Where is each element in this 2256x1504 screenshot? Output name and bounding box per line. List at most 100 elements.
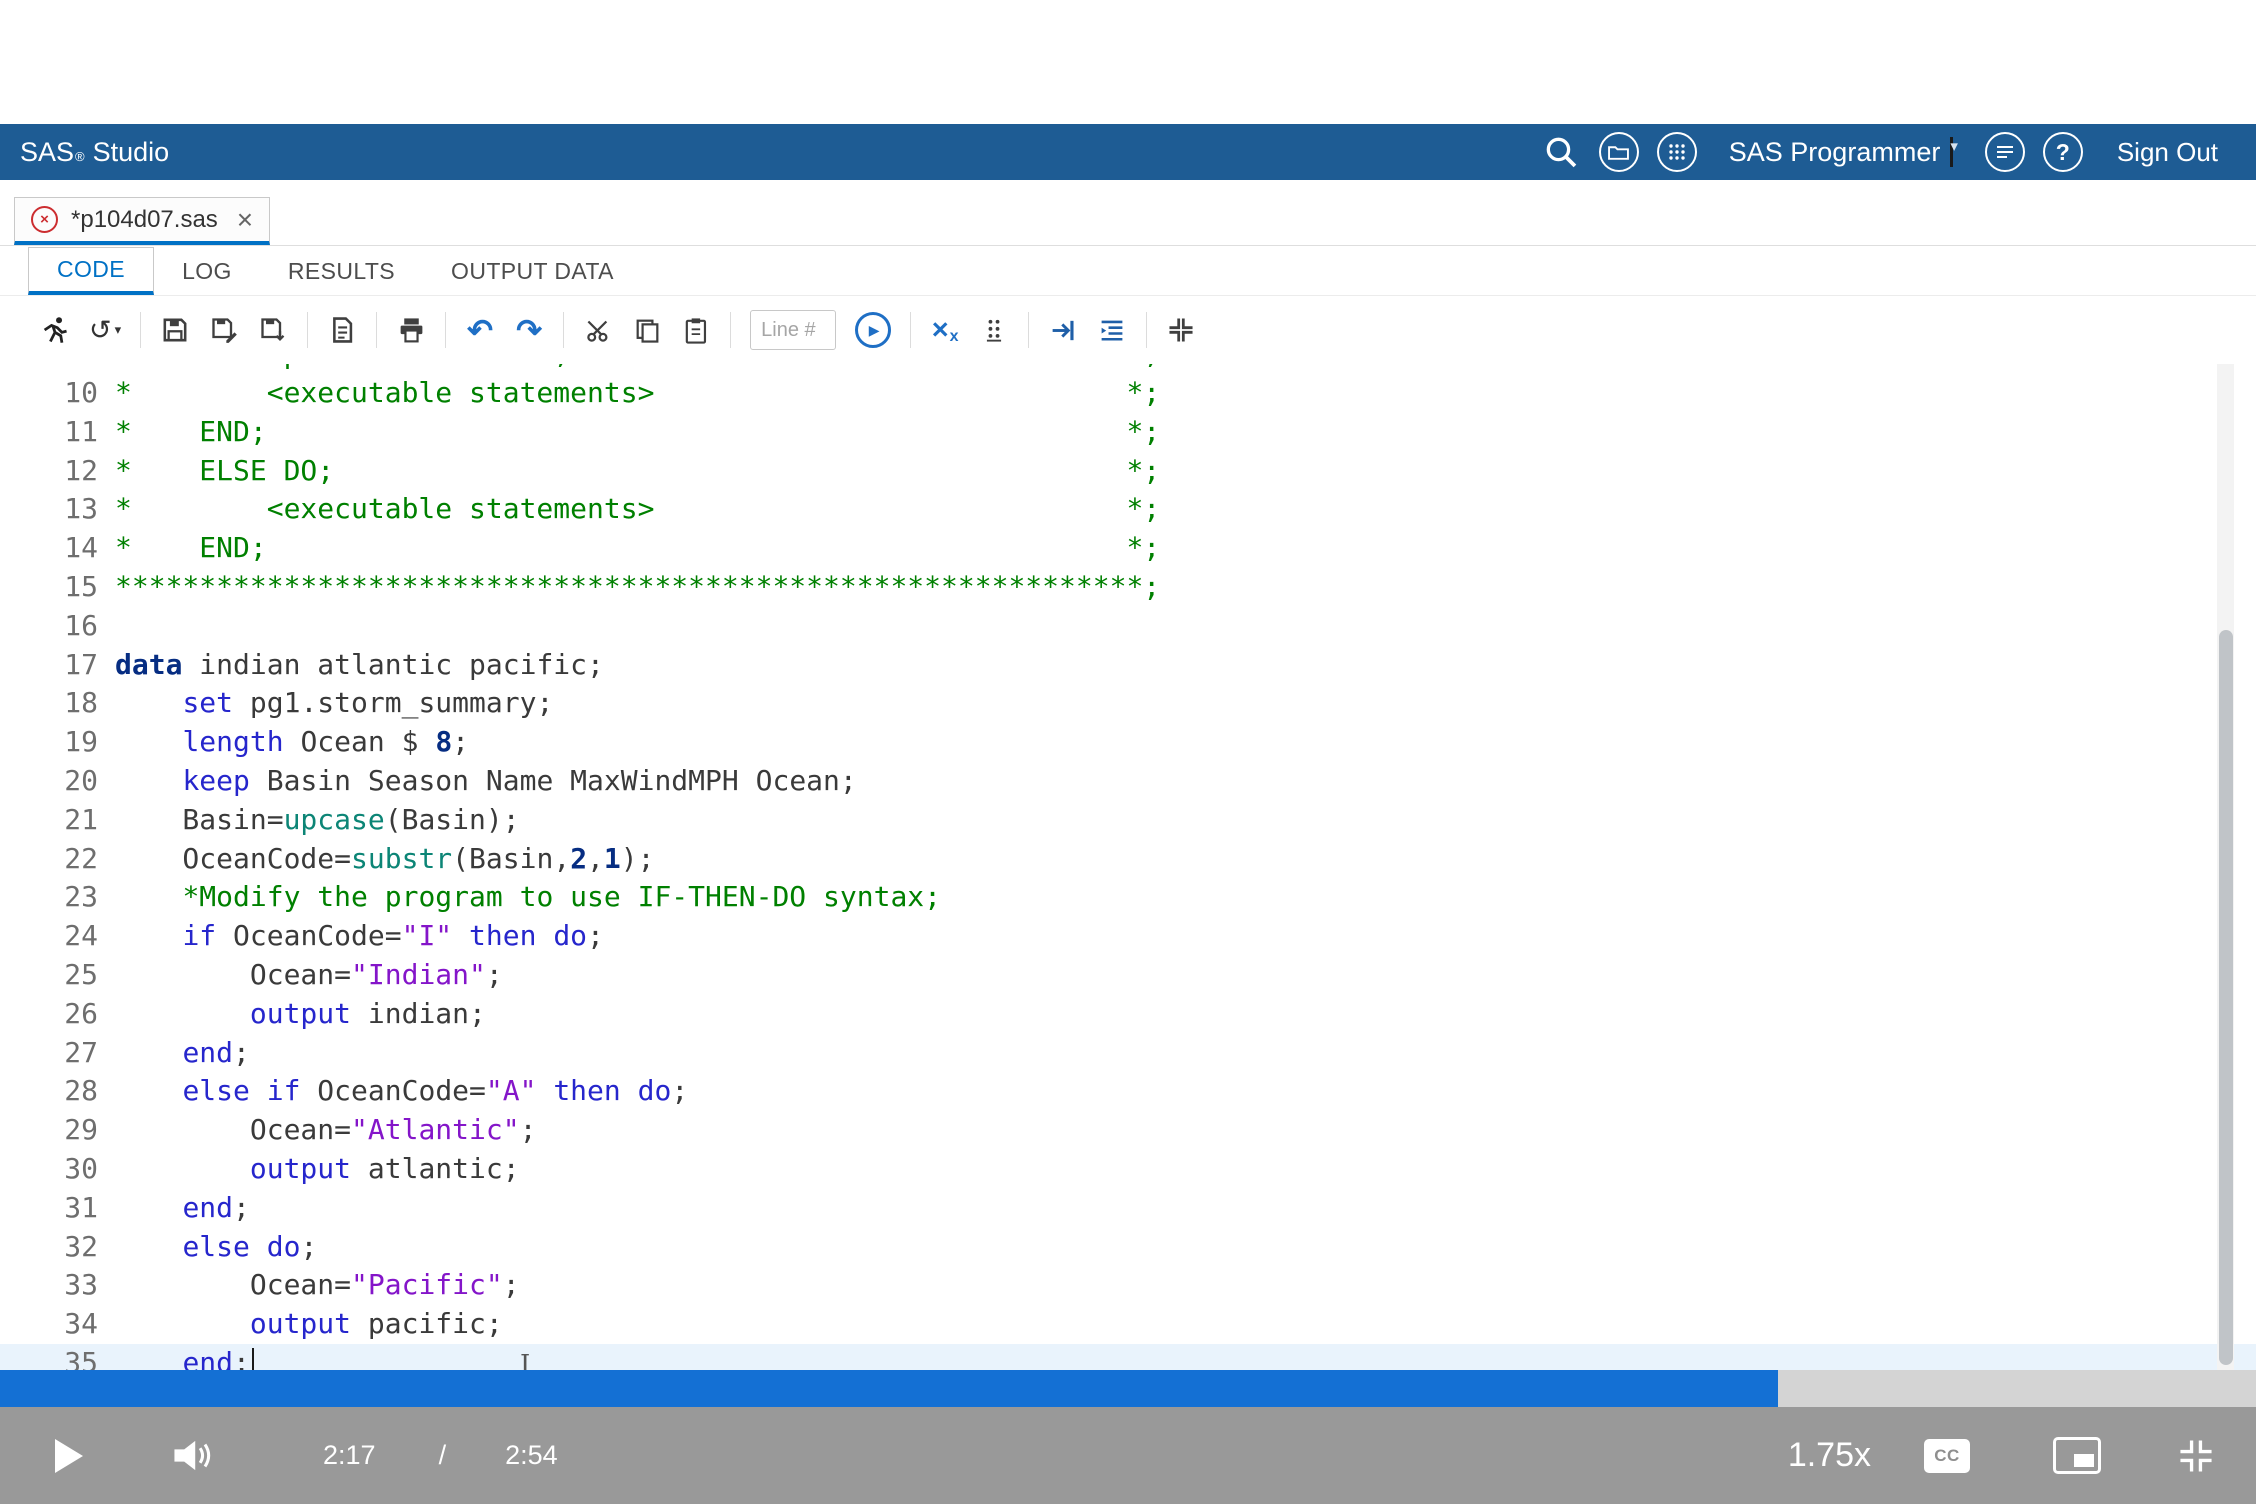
code-text: end;: [182, 1035, 250, 1069]
vertical-scrollbar[interactable]: [2217, 364, 2234, 1370]
redo-icon[interactable]: ↷: [514, 309, 544, 351]
help-icon[interactable]: ?: [2042, 132, 2083, 172]
print-icon[interactable]: [396, 309, 426, 351]
line-number: 28: [64, 1074, 98, 1108]
code-line[interactable]: 29 Ocean="Atlantic";: [0, 1111, 2256, 1150]
tab-p104d07-sas[interactable]: × *p104d07.sas ×: [14, 197, 271, 245]
line-number: 16: [64, 608, 98, 642]
code-line[interactable]: 15 **************************************…: [0, 568, 2256, 607]
code-line[interactable]: 23 *Modify the program to use IF-THEN-DO…: [0, 878, 2256, 917]
code-line[interactable]: 30 output atlantic;: [0, 1150, 2256, 1189]
code-text: * ELSE DO; *;: [115, 453, 1161, 487]
code-line[interactable]: 31 end;: [0, 1189, 2256, 1228]
code-line[interactable]: 11 * END; *;: [0, 413, 2256, 452]
code-line[interactable]: 22 OceanCode=substr(Basin,2,1);: [0, 840, 2256, 879]
code-text: * <executable statements> *;: [115, 492, 1161, 526]
code-line[interactable]: 18 set pg1.storm_summary;: [0, 684, 2256, 723]
code-text: data indian atlantic pacific;: [115, 647, 604, 681]
document-tabstrip: × *p104d07.sas ×: [0, 180, 2256, 246]
code-line[interactable]: 10 * <executable statements> *;: [0, 374, 2256, 413]
preferences-list-icon[interactable]: [1984, 132, 2025, 172]
code-line[interactable]: 32 else do;: [0, 1228, 2256, 1267]
code-line[interactable]: 27 end;: [0, 1034, 2256, 1073]
play-button[interactable]: [55, 1438, 83, 1473]
toolbar-separator: [376, 312, 378, 348]
code-line[interactable]: 17 data indian atlantic pacific;: [0, 646, 2256, 685]
line-number-input[interactable]: [750, 310, 837, 350]
toolbar-separator: [1028, 312, 1030, 348]
code-line[interactable]: 16: [0, 607, 2256, 646]
video-progress-bar[interactable]: [0, 1370, 2256, 1407]
line-number: 10: [64, 376, 98, 409]
save-as-icon[interactable]: [209, 309, 239, 351]
undo-icon[interactable]: ↶: [465, 309, 495, 351]
line-number: 11: [64, 414, 98, 448]
line-number: 18: [64, 686, 98, 720]
toolbar-separator: [140, 312, 142, 348]
app-title: SAS ® Studio: [20, 137, 169, 168]
brand-studio: Studio: [92, 136, 170, 167]
line-number: 20: [64, 763, 98, 797]
volume-icon[interactable]: [172, 1437, 216, 1474]
text-caret: [251, 1347, 255, 1370]
chevron-down-icon: ▾: [114, 322, 122, 337]
code-line[interactable]: 34 output pacific;: [0, 1305, 2256, 1344]
tab-results[interactable]: RESULTS: [260, 247, 423, 295]
app-header: SAS ® Studio SAS Programmer ▾ ? Sign Out: [0, 124, 2256, 180]
line-number: 27: [64, 1035, 98, 1069]
line-number: 15: [64, 569, 98, 603]
code-line[interactable]: 19 length Ocean $ 8;: [0, 723, 2256, 762]
goto-line-marker-icon[interactable]: [1048, 309, 1078, 351]
toolbar-separator: [730, 312, 732, 348]
playback-speed-button[interactable]: 1.75x: [1788, 1436, 1871, 1475]
indent-guides-icon[interactable]: [979, 309, 1009, 351]
apps-grid-icon[interactable]: [1656, 132, 1697, 172]
closed-captions-button[interactable]: CC: [1924, 1438, 1970, 1473]
folder-icon[interactable]: [1598, 132, 1639, 172]
search-icon[interactable]: [1541, 132, 1581, 172]
code-line[interactable]: 14 * END; *;: [0, 529, 2256, 568]
copy-to-my-folder-icon[interactable]: [327, 309, 357, 351]
download-program-icon[interactable]: [258, 309, 288, 351]
paste-icon[interactable]: [681, 309, 711, 351]
user-role-menu[interactable]: SAS Programmer ▾: [1729, 137, 1958, 168]
run-icon[interactable]: [40, 309, 70, 351]
code-line[interactable]: 35 end; I: [0, 1343, 2256, 1370]
restore-view-icon[interactable]: [1166, 309, 1196, 351]
code-line[interactable]: 33 Ocean="Pacific";: [0, 1266, 2256, 1305]
tab-filename: *p104d07.sas: [71, 205, 218, 233]
code-line[interactable]: 21 Basin=upcase(Basin);: [0, 801, 2256, 840]
code-text: *Modify the program to use IF-THEN-DO sy…: [182, 880, 942, 914]
picture-in-picture-icon[interactable]: [2053, 1437, 2101, 1474]
code-line[interactable]: 9* IF expression THEN DO; *;: [0, 364, 2256, 374]
code-line[interactable]: 12 * ELSE DO; *;: [0, 452, 2256, 491]
cut-icon[interactable]: [583, 309, 613, 351]
scrollbar-thumb[interactable]: [2218, 630, 2233, 1365]
brand-registered-mark: ®: [75, 148, 85, 164]
copy-icon[interactable]: [632, 309, 662, 351]
line-number: 31: [64, 1190, 98, 1224]
sign-out-button[interactable]: Sign Out: [2117, 137, 2218, 168]
brand-sas: SAS: [20, 136, 75, 167]
submission-history-icon[interactable]: ↺ ▾: [89, 309, 121, 351]
go-to-line-button[interactable]: ▶: [855, 309, 892, 351]
clear-code-icon[interactable]: × x: [930, 309, 960, 351]
code-text: ****************************************…: [115, 569, 1161, 603]
code-line[interactable]: 26 output indian;: [0, 995, 2256, 1034]
exit-fullscreen-icon[interactable]: [2176, 1436, 2216, 1476]
format-code-icon[interactable]: [1097, 309, 1127, 351]
tab-log[interactable]: LOG: [154, 247, 260, 295]
code-line[interactable]: 20 keep Basin Season Name MaxWindMPH Oce…: [0, 762, 2256, 801]
save-icon[interactable]: [160, 309, 190, 351]
code-line[interactable]: 24 if OceanCode="I" then do;: [0, 917, 2256, 956]
code-text: else do;: [182, 1229, 318, 1263]
tab-code[interactable]: CODE: [28, 247, 155, 295]
line-number: 19: [64, 725, 98, 759]
code-line[interactable]: 13 * <executable statements> *;: [0, 490, 2256, 529]
code-line[interactable]: 28 else if OceanCode="A" then do;: [0, 1072, 2256, 1111]
code-line[interactable]: 25 Ocean="Indian";: [0, 956, 2256, 995]
tab-output-data[interactable]: OUTPUT DATA: [423, 247, 642, 295]
close-tab-icon[interactable]: ×: [237, 205, 253, 234]
code-editor[interactable]: 9* IF expression THEN DO; *;10* <executa…: [0, 364, 2256, 1370]
